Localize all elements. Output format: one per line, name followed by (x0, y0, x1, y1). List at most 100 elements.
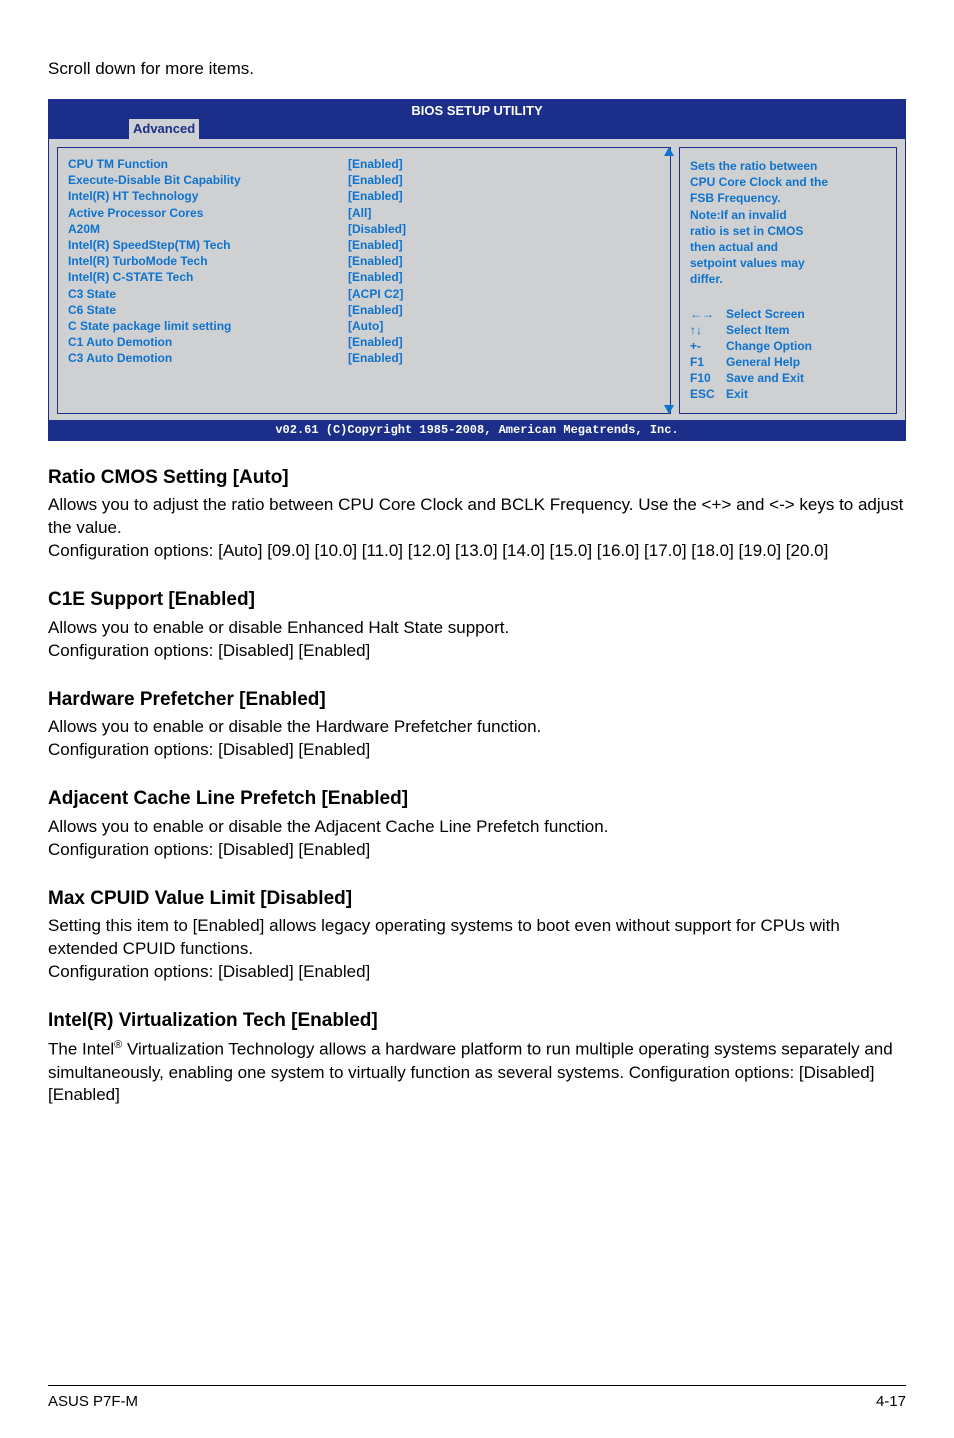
cfg-value: [All] (348, 205, 371, 221)
cfg-c1-auto-demotion[interactable]: C1 Auto Demotion[Enabled] (68, 334, 660, 350)
legend-key: ↑↓ (690, 322, 726, 338)
help-line: differ. (690, 271, 888, 287)
cfg-intel-ht-technology[interactable]: Intel(R) HT Technology[Enabled] (68, 188, 660, 204)
bios-header: BIOS SETUP UTILITY Advanced (49, 100, 905, 139)
help-line: ratio is set in CMOS (690, 223, 888, 239)
heading-ratio-cmos-setting: Ratio CMOS Setting [Auto] (48, 465, 906, 491)
legend-label: Change Option (726, 338, 812, 354)
cfg-value: [Enabled] (348, 269, 403, 285)
cfg-label: C3 Auto Demotion (68, 350, 348, 366)
help-line: then actual and (690, 239, 888, 255)
cfg-c6-state[interactable]: C6 State[Enabled] (68, 302, 660, 318)
heading-max-cpuid-value-limit: Max CPUID Value Limit [Disabled] (48, 886, 906, 912)
help-text-block: Sets the ratio between CPU Core Clock an… (690, 158, 888, 288)
para: Allows you to enable or disable the Hard… (48, 716, 906, 739)
cfg-value: [Auto] (348, 318, 383, 334)
para: Configuration options: [Disabled] [Enabl… (48, 739, 906, 762)
footer-left: ASUS P7F-M (48, 1392, 138, 1412)
cfg-value: [Enabled] (348, 334, 403, 350)
cfg-label: C State package limit setting (68, 318, 348, 334)
cfg-intel-speedstep[interactable]: Intel(R) SpeedStep(TM) Tech[Enabled] (68, 237, 660, 253)
help-line: setpoint values may (690, 255, 888, 271)
help-line: CPU Core Clock and the (690, 174, 888, 190)
cfg-label: A20M (68, 221, 348, 237)
heading-c1e-support: C1E Support [Enabled] (48, 587, 906, 613)
para: Setting this item to [Enabled] allows le… (48, 915, 906, 961)
legend-key: F1 (690, 354, 726, 370)
legend-key: ESC (690, 386, 726, 402)
para: Allows you to enable or disable the Adja… (48, 816, 906, 839)
legend-label: General Help (726, 354, 800, 370)
bios-help-panel: Sets the ratio between CPU Core Clock an… (679, 147, 897, 414)
cfg-value: [ACPI C2] (348, 286, 403, 302)
cfg-value: [Enabled] (348, 172, 403, 188)
para-part-a: The Intel (48, 1040, 114, 1059)
help-line: Sets the ratio between (690, 158, 888, 174)
cfg-value: [Enabled] (348, 350, 403, 366)
cfg-value: [Enabled] (348, 156, 403, 172)
legend-label: Save and Exit (726, 370, 804, 386)
cfg-label: Active Processor Cores (68, 205, 348, 221)
para: The Intel® Virtualization Technology all… (48, 1038, 906, 1107)
cfg-label: Intel(R) TurboMode Tech (68, 253, 348, 269)
cfg-c3-auto-demotion[interactable]: C3 Auto Demotion[Enabled] (68, 350, 660, 366)
help-key-legend: ←→Select Screen ↑↓Select Item +-Change O… (690, 306, 888, 403)
para: Allows you to adjust the ratio between C… (48, 494, 906, 540)
legend-key: ←→ (690, 306, 726, 322)
cfg-label: C1 Auto Demotion (68, 334, 348, 350)
legend-save-exit: F10Save and Exit (690, 370, 888, 386)
cfg-c-state-package-limit[interactable]: C State package limit setting[Auto] (68, 318, 660, 334)
para: Configuration options: [Disabled] [Enabl… (48, 640, 906, 663)
legend-select-item: ↑↓Select Item (690, 322, 888, 338)
legend-key: F10 (690, 370, 726, 386)
bios-tab-row: Advanced (49, 119, 905, 139)
footer-right: 4-17 (876, 1392, 906, 1412)
help-line: Note:If an invalid (690, 207, 888, 223)
cfg-c3-state[interactable]: C3 State[ACPI C2] (68, 286, 660, 302)
cfg-value: [Enabled] (348, 188, 403, 204)
heading-hardware-prefetcher: Hardware Prefetcher [Enabled] (48, 687, 906, 713)
cfg-label: Execute-Disable Bit Capability (68, 172, 348, 188)
cfg-intel-turbomode[interactable]: Intel(R) TurboMode Tech[Enabled] (68, 253, 660, 269)
cfg-a20m[interactable]: A20M[Disabled] (68, 221, 660, 237)
cfg-value: [Enabled] (348, 302, 403, 318)
bios-copyright-footer: v02.61 (C)Copyright 1985-2008, American … (49, 420, 905, 440)
help-line: FSB Frequency. (690, 190, 888, 206)
cfg-intel-c-state[interactable]: Intel(R) C-STATE Tech[Enabled] (68, 269, 660, 285)
legend-label: Select Item (726, 322, 789, 338)
cfg-value: [Disabled] (348, 221, 406, 237)
para: Configuration options: [Auto] [09.0] [10… (48, 540, 906, 563)
bios-config-panel: CPU TM Function[Enabled] Execute-Disable… (57, 147, 671, 414)
cfg-execute-disable-bit[interactable]: Execute-Disable Bit Capability[Enabled] (68, 172, 660, 188)
cfg-label: Intel(R) SpeedStep(TM) Tech (68, 237, 348, 253)
page-footer: ASUS P7F-M 4-17 (48, 1385, 906, 1412)
para: Configuration options: [Disabled] [Enabl… (48, 839, 906, 862)
bios-body: CPU TM Function[Enabled] Execute-Disable… (49, 139, 905, 420)
top-note: Scroll down for more items. (48, 58, 906, 81)
scroll-up-arrow-icon[interactable] (664, 147, 674, 156)
legend-key: +- (690, 338, 726, 354)
cfg-value: [Enabled] (348, 253, 403, 269)
cfg-cpu-tm-function[interactable]: CPU TM Function[Enabled] (68, 156, 660, 172)
bios-title-text: BIOS SETUP UTILITY (49, 100, 905, 120)
tab-advanced[interactable]: Advanced (129, 119, 199, 139)
cfg-label: CPU TM Function (68, 156, 348, 172)
legend-exit: ESCExit (690, 386, 888, 402)
legend-change-option: +-Change Option (690, 338, 888, 354)
para: Allows you to enable or disable Enhanced… (48, 617, 906, 640)
cfg-label: C6 State (68, 302, 348, 318)
legend-general-help: F1General Help (690, 354, 888, 370)
para: Configuration options: [Disabled] [Enabl… (48, 961, 906, 984)
legend-label: Exit (726, 386, 748, 402)
heading-adjacent-cache-line-prefetch: Adjacent Cache Line Prefetch [Enabled] (48, 786, 906, 812)
cfg-label: C3 State (68, 286, 348, 302)
legend-select-screen: ←→Select Screen (690, 306, 888, 322)
legend-label: Select Screen (726, 306, 805, 322)
cfg-active-processor-cores[interactable]: Active Processor Cores[All] (68, 205, 660, 221)
cfg-label: Intel(R) HT Technology (68, 188, 348, 204)
scroll-down-arrow-icon[interactable] (664, 405, 674, 414)
bios-setup-utility-frame: BIOS SETUP UTILITY Advanced CPU TM Funct… (48, 99, 906, 441)
para-part-b: Virtualization Technology allows a hardw… (48, 1040, 893, 1105)
cfg-label: Intel(R) C-STATE Tech (68, 269, 348, 285)
heading-intel-virtualization-tech: Intel(R) Virtualization Tech [Enabled] (48, 1008, 906, 1034)
